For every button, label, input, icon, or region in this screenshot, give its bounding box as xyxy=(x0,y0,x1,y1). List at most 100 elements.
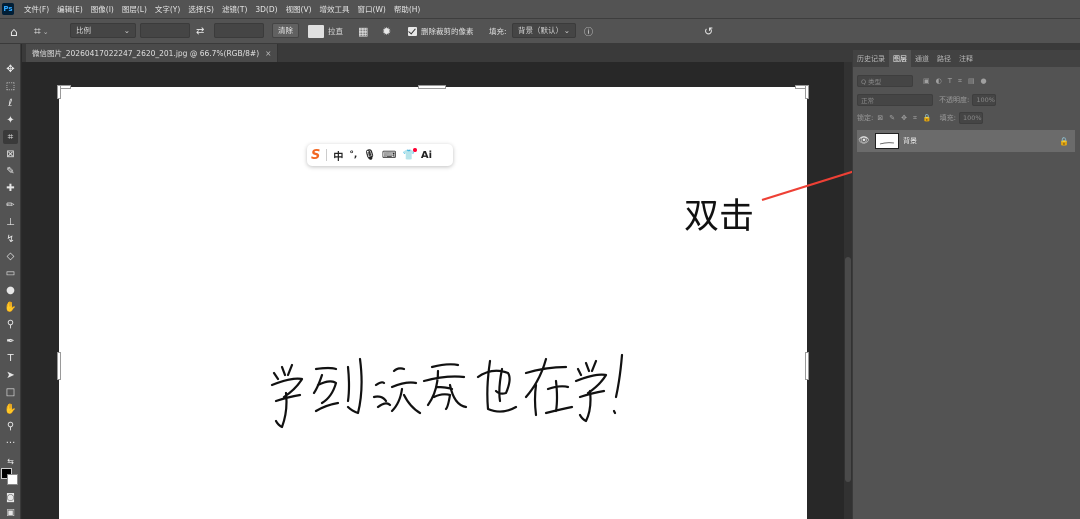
crop-handle-left[interactable] xyxy=(57,352,61,380)
menu-plugins[interactable]: 增效工具 xyxy=(316,4,354,15)
pen-tool-icon[interactable]: ✒ xyxy=(3,334,18,348)
ime-mode-toggle[interactable]: 中 xyxy=(333,148,343,163)
brush-tool-icon[interactable]: ✏ xyxy=(3,198,18,212)
rectangle-tool-icon[interactable]: □ xyxy=(3,385,18,399)
scrollbar-thumb[interactable] xyxy=(845,257,851,482)
thumbnail-scribble xyxy=(879,142,895,145)
background-color-swatch[interactable] xyxy=(7,474,18,485)
straighten-button[interactable]: 拉直 xyxy=(308,23,343,40)
microphone-icon[interactable]: 🎙 xyxy=(363,150,376,161)
delete-cropped-checkbox[interactable]: 删除裁剪的像素 xyxy=(408,23,474,40)
close-icon[interactable]: × xyxy=(265,49,271,58)
quick-mask-icon[interactable]: ◙ xyxy=(3,491,18,505)
straighten-label: 拉直 xyxy=(328,27,343,36)
home-icon[interactable]: ⌂ xyxy=(10,23,18,40)
lasso-tool-icon[interactable]: ℓ xyxy=(3,96,18,110)
menu-layer[interactable]: 图层(L) xyxy=(118,4,151,15)
zoom-tool-icon[interactable]: ⚲ xyxy=(3,419,18,433)
eye-icon[interactable]: 👁 xyxy=(857,136,871,146)
layer-filter-row: Q 类型 ▣◐T⌗▤● xyxy=(857,74,993,88)
tab-channels[interactable]: 通道 xyxy=(911,50,933,67)
screen-mode-icon[interactable]: ▣ xyxy=(3,506,18,519)
layer-kind-filter[interactable]: Q 类型 xyxy=(857,75,913,87)
swap-colors-icon[interactable]: ⇆ xyxy=(3,454,18,468)
fill-select[interactable]: 背景（默认） ⌄ xyxy=(512,23,576,38)
straighten-icon xyxy=(308,25,324,38)
magic-wand-tool-icon[interactable]: ✦ xyxy=(3,113,18,127)
crop-tool-icon[interactable]: ⌗ xyxy=(3,130,18,144)
crop-handle-right[interactable] xyxy=(805,352,809,380)
move-tool-icon[interactable]: ✥ xyxy=(3,62,18,76)
blend-mode-select[interactable]: 正常 xyxy=(857,94,933,106)
menu-3d[interactable]: 3D(D) xyxy=(251,5,281,14)
clear-button[interactable]: 清除 xyxy=(272,23,299,38)
crop-handle-top-left-v[interactable] xyxy=(57,85,61,99)
crop-tool-icon[interactable]: ⌗ ⌄ xyxy=(34,23,49,40)
reset-icon[interactable]: ↺ xyxy=(704,23,713,40)
tab-notes[interactable]: 注释 xyxy=(955,50,977,67)
lock-icon: 🔒 xyxy=(1059,136,1069,146)
menu-help[interactable]: 帮助(H) xyxy=(390,4,425,15)
marquee-tool-icon[interactable]: ⬚ xyxy=(3,79,18,93)
smudge-tool-icon[interactable]: ✋ xyxy=(3,300,18,314)
type-tool-icon[interactable]: T xyxy=(3,351,18,365)
filter-icons[interactable]: ▣◐T⌗▤● xyxy=(923,77,993,86)
dodge-tool-icon[interactable]: ⚲ xyxy=(3,317,18,331)
eraser-tool-icon[interactable]: ◇ xyxy=(3,249,18,263)
gradient-tool-icon[interactable]: ▭ xyxy=(3,266,18,280)
document-tab-bar: 微信图片_20260417022247_2620_201.jpg @ 66.7%… xyxy=(22,44,852,62)
ime-toolbar: S 中 °, 🎙 ⌨ 👕 Ai xyxy=(307,144,453,166)
menu-file[interactable]: 文件(F) xyxy=(20,4,53,15)
fill-field[interactable]: 100% xyxy=(958,112,983,124)
notification-dot xyxy=(412,147,417,152)
eyedropper-tool-icon[interactable]: ✎ xyxy=(3,164,18,178)
divider xyxy=(326,149,328,161)
swap-icon[interactable]: ⇄ xyxy=(196,23,204,40)
ai-assistant-button[interactable]: Ai xyxy=(421,150,432,161)
menu-edit[interactable]: 编辑(E) xyxy=(53,4,87,15)
path-selection-icon[interactable]: ➤ xyxy=(3,368,18,382)
layer-row-background[interactable]: 👁 背景 🔒 xyxy=(857,130,1075,152)
grid-overlay-icon[interactable]: ▦ xyxy=(358,23,368,40)
tab-layers[interactable]: 图层 xyxy=(889,50,911,67)
tools-panel: ✥ ⬚ ℓ ✦ ⌗ ⊠ ✎ ✚ ✏ ⊥ ↯ ◇ ▭ ● ✋ ⚲ ✒ T ➤ □ … xyxy=(0,44,21,519)
blur-tool-icon[interactable]: ● xyxy=(3,283,18,297)
document-tab-title: 微信图片_20260417022247_2620_201.jpg @ 66.7%… xyxy=(32,48,260,58)
tab-paths[interactable]: 路径 xyxy=(933,50,955,67)
layer-name: 背景 xyxy=(903,137,917,145)
frame-tool-icon[interactable]: ⊠ xyxy=(3,147,18,161)
healing-brush-icon[interactable]: ✚ xyxy=(3,181,18,195)
history-brush-icon[interactable]: ↯ xyxy=(3,232,18,246)
fill-label: 填充: xyxy=(939,114,956,122)
menu-image[interactable]: 图像(I) xyxy=(87,4,118,15)
document-tab[interactable]: 微信图片_20260417022247_2620_201.jpg @ 66.7%… xyxy=(26,44,279,62)
opacity-field[interactable]: 100% xyxy=(972,94,997,106)
tab-history[interactable]: 历史记录 xyxy=(853,50,889,67)
sogou-logo-icon[interactable]: S xyxy=(311,148,320,163)
opacity-label: 不透明度: xyxy=(939,96,970,104)
lock-icons[interactable]: ⊠✎✥⌗🔒 xyxy=(877,114,937,123)
menu-view[interactable]: 视图(V) xyxy=(282,4,316,15)
options-bar: ⌂ ⌗ ⌄ 比例 ⌄ ⇄ 清除 拉直 ▦ ✹ 删除裁剪的像素 填充: 背景（默认） ⌄… xyxy=(0,18,1080,44)
menu-window[interactable]: 窗口(W) xyxy=(354,4,390,15)
ratio-select[interactable]: 比例 ⌄ xyxy=(70,23,136,38)
more-tools-icon[interactable]: ··· xyxy=(3,436,18,450)
punctuation-icon[interactable]: °, xyxy=(349,150,357,160)
crop-handle-top[interactable] xyxy=(418,85,446,89)
gear-icon[interactable]: ✹ xyxy=(382,23,391,40)
height-field[interactable] xyxy=(214,23,264,38)
vertical-scrollbar[interactable] xyxy=(844,62,852,519)
width-field[interactable] xyxy=(140,23,190,38)
chevron-down-icon: ⌄ xyxy=(123,26,130,35)
menu-type[interactable]: 文字(Y) xyxy=(151,4,184,15)
crop-handle-top-right-v[interactable] xyxy=(805,85,809,99)
skin-shirt-icon[interactable]: 👕 xyxy=(402,147,417,161)
info-icon[interactable]: ⓘ xyxy=(584,23,593,40)
menu-filter[interactable]: 滤镜(T) xyxy=(218,4,251,15)
layers-panel: 历史记录 图层 通道 路径 注释 Q 类型 ▣◐T⌗▤● 正常 不透明度: 10… xyxy=(852,44,1080,519)
keyboard-icon[interactable]: ⌨ xyxy=(382,150,396,161)
hand-tool-icon[interactable]: ✋ xyxy=(3,402,18,416)
stamp-tool-icon[interactable]: ⊥ xyxy=(3,215,18,229)
checkbox-icon xyxy=(408,27,417,36)
menu-select[interactable]: 选择(S) xyxy=(184,4,218,15)
